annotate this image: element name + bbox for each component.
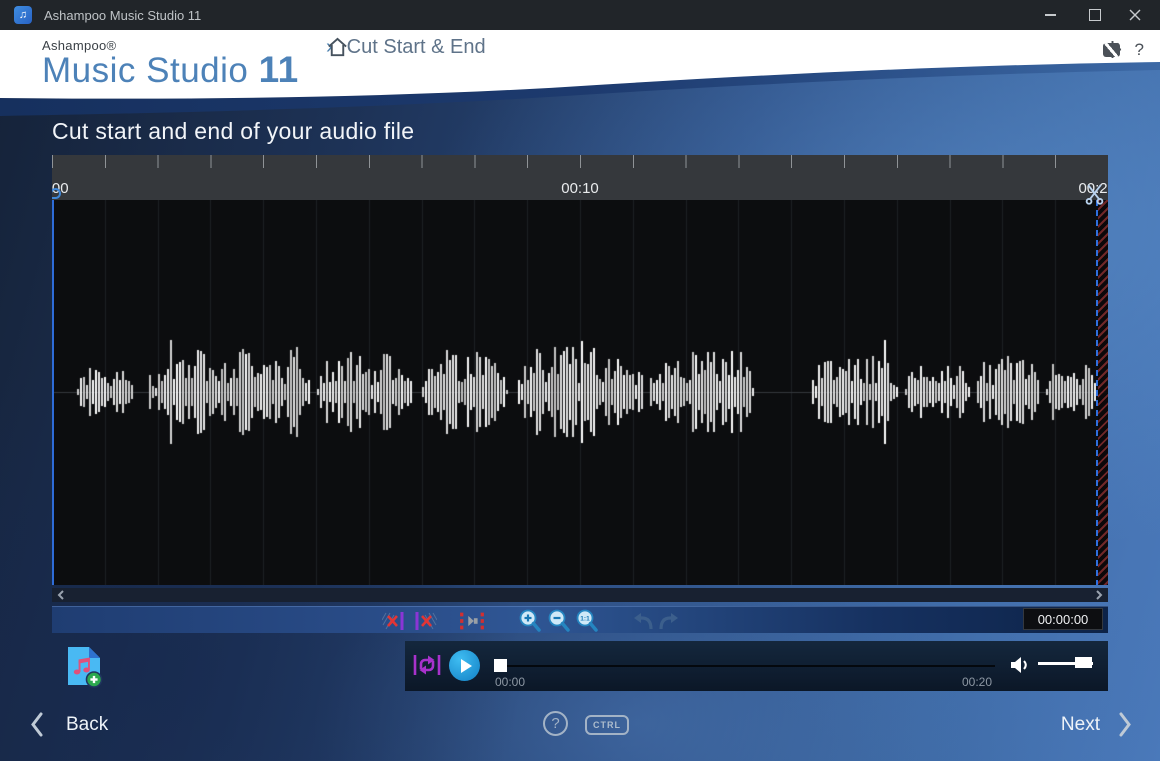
next-button[interactable]: Next bbox=[1061, 712, 1132, 737]
volume-icon[interactable] bbox=[1010, 656, 1032, 674]
playback-bar: 00:00 00:20 bbox=[405, 641, 1108, 691]
breadcrumb-current: Cut Start & End bbox=[347, 36, 486, 59]
delete-before-icon bbox=[382, 611, 408, 631]
zoom-ratio-label: 1:1 bbox=[580, 615, 590, 622]
minimize-icon bbox=[1045, 14, 1056, 16]
redo-icon bbox=[657, 611, 681, 631]
brand-version: 11 bbox=[259, 49, 299, 90]
back-button[interactable]: Back bbox=[30, 712, 108, 737]
selection-time-display: 00:00:00 bbox=[1023, 608, 1103, 630]
trim-selection-button[interactable] bbox=[458, 609, 486, 632]
maximize-button[interactable] bbox=[1075, 0, 1115, 30]
zoom-reset-button[interactable]: 1:1 bbox=[573, 609, 601, 632]
app-icon: ♫ bbox=[14, 6, 32, 24]
trim-selection-icon bbox=[458, 611, 486, 631]
ctrl-shortcut-badge[interactable]: CTRL bbox=[585, 715, 629, 735]
breadcrumb: › Cut Start & End bbox=[326, 36, 486, 59]
progress-track[interactable] bbox=[497, 665, 995, 667]
end-marker[interactable] bbox=[1096, 200, 1098, 585]
maximize-icon bbox=[1089, 9, 1101, 21]
app-window: ♫ Ashampoo Music Studio 11 Ashampoo® Mus… bbox=[0, 0, 1160, 761]
horizontal-scrollbar[interactable] bbox=[52, 588, 1108, 602]
scissors-icon[interactable] bbox=[1084, 184, 1105, 205]
chevron-right-nav-icon bbox=[1118, 712, 1132, 737]
zoom-one-to-one-icon: 1:1 bbox=[575, 609, 599, 633]
delete-after-button[interactable] bbox=[410, 609, 438, 632]
window-title: Ashampoo Music Studio 11 bbox=[44, 8, 201, 23]
progress-handle[interactable] bbox=[494, 659, 507, 672]
close-button[interactable] bbox=[1115, 0, 1155, 30]
chevron-left-icon bbox=[30, 712, 44, 737]
help-button[interactable]: ? bbox=[1135, 40, 1144, 60]
cut-region bbox=[1098, 200, 1108, 585]
help-circle-button[interactable]: ? bbox=[543, 711, 568, 736]
header: Ashampoo® Music Studio 11 › Cut Start & … bbox=[0, 30, 1160, 122]
undo-button[interactable] bbox=[629, 609, 657, 632]
undo-icon bbox=[631, 611, 655, 631]
zoom-out-button[interactable] bbox=[545, 609, 573, 632]
zoom-in-icon bbox=[518, 609, 542, 633]
brand-name-text: Music Studio bbox=[42, 51, 259, 90]
delete-after-icon bbox=[411, 611, 437, 631]
start-marker-handle[interactable] bbox=[52, 188, 61, 199]
delete-before-button[interactable] bbox=[381, 609, 409, 632]
ruler-ticks bbox=[52, 155, 1108, 168]
play-icon bbox=[461, 659, 472, 673]
scroll-right-icon[interactable] bbox=[1095, 590, 1103, 600]
ruler-label-middle: 00:10 bbox=[561, 180, 599, 197]
feedback-icon[interactable] bbox=[1103, 43, 1120, 57]
next-label: Next bbox=[1061, 714, 1100, 736]
add-file-button[interactable] bbox=[66, 645, 103, 693]
titlebar: ♫ Ashampoo Music Studio 11 bbox=[0, 0, 1160, 30]
timeline-ruler[interactable]: 00:00 00:10 00:20 bbox=[52, 155, 1108, 200]
close-icon bbox=[1129, 9, 1141, 21]
scroll-left-icon[interactable] bbox=[57, 590, 65, 600]
add-music-file-icon bbox=[66, 645, 103, 688]
page-title: Cut start and end of your audio file bbox=[52, 118, 414, 145]
loop-button[interactable] bbox=[413, 652, 441, 678]
brand-name-label: Music Studio 11 bbox=[42, 53, 299, 88]
play-button[interactable] bbox=[449, 650, 480, 681]
brand-logo: Ashampoo® Music Studio 11 bbox=[42, 38, 299, 88]
start-marker[interactable] bbox=[52, 200, 54, 585]
redo-button[interactable] bbox=[655, 609, 683, 632]
total-time: 00:20 bbox=[962, 675, 992, 689]
home-icon[interactable] bbox=[326, 36, 349, 59]
back-label: Back bbox=[66, 714, 108, 736]
waveform-area[interactable] bbox=[52, 200, 1108, 585]
zoom-in-button[interactable] bbox=[516, 609, 544, 632]
header-icons: ? bbox=[1103, 40, 1144, 60]
elapsed-time: 00:00 bbox=[495, 675, 525, 689]
edit-toolbar: 1:1 00:00:00 bbox=[52, 606, 1108, 633]
minimize-button[interactable] bbox=[1030, 0, 1070, 30]
volume-handle[interactable] bbox=[1075, 657, 1092, 668]
waveform-canvas bbox=[52, 200, 1108, 585]
zoom-out-icon bbox=[547, 609, 571, 633]
